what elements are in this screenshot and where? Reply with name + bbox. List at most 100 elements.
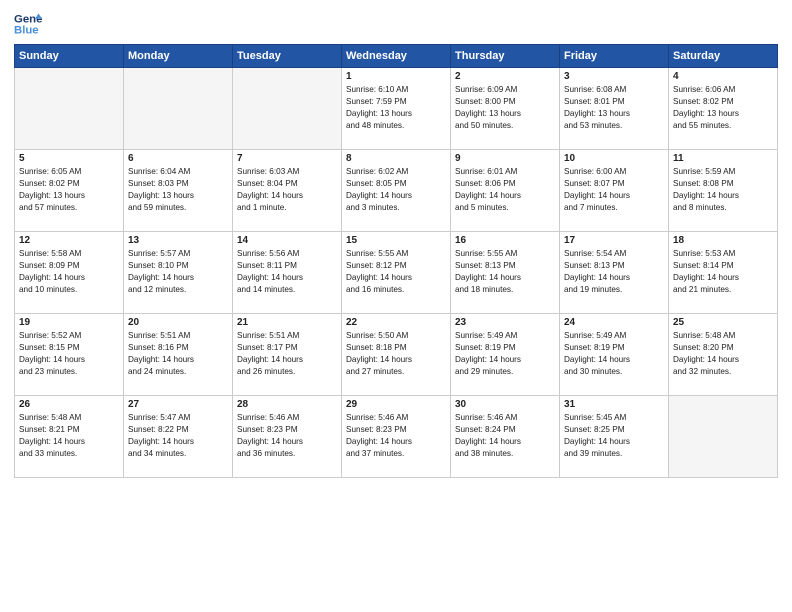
day-number: 14 [237, 235, 337, 246]
calendar-cell: 3 Sunrise: 6:08 AMSunset: 8:01 PMDaylight… [560, 68, 669, 150]
day-info: Sunrise: 6:09 AMSunset: 8:00 PMDaylight:… [455, 84, 555, 132]
header: General Blue [14, 10, 778, 38]
col-header-monday: Monday [124, 45, 233, 68]
col-header-tuesday: Tuesday [233, 45, 342, 68]
day-info: Sunrise: 5:49 AMSunset: 8:19 PMDaylight:… [564, 330, 664, 378]
day-number: 5 [19, 153, 119, 164]
calendar-cell: 16 Sunrise: 5:55 AMSunset: 8:13 PMDayligh… [451, 232, 560, 314]
day-number: 3 [564, 71, 664, 82]
week-row-4: 26Sunrise: 5:48 AMSunset: 8:21 PMDayligh… [15, 396, 778, 478]
calendar-cell: 7 Sunrise: 6:03 AMSunset: 8:04 PMDaylight… [233, 150, 342, 232]
week-row-1: 5 Sunrise: 6:05 AMSunset: 8:02 PMDaylight… [15, 150, 778, 232]
day-info: Sunrise: 5:50 AMSunset: 8:18 PMDaylight:… [346, 330, 446, 378]
day-number: 21 [237, 317, 337, 328]
calendar-cell: 25Sunrise: 5:48 AMSunset: 8:20 PMDayligh… [669, 314, 778, 396]
day-number: 7 [237, 153, 337, 164]
day-number: 9 [455, 153, 555, 164]
calendar-cell: 31 Sunrise: 5:45 AMSunset: 8:25 PMDayligh… [560, 396, 669, 478]
day-info: Sunrise: 5:53 AMSunset: 8:14 PMDaylight:… [673, 248, 773, 296]
calendar-cell: 9 Sunrise: 6:01 AMSunset: 8:06 PMDaylight… [451, 150, 560, 232]
calendar-cell: 17 Sunrise: 5:54 AMSunset: 8:13 PMDayligh… [560, 232, 669, 314]
week-row-0: 1 Sunrise: 6:10 AMSunset: 7:59 PMDaylight… [15, 68, 778, 150]
day-info: Sunrise: 5:51 AMSunset: 8:17 PMDaylight:… [237, 330, 337, 378]
day-number: 24 [564, 317, 664, 328]
day-info: Sunrise: 6:05 AMSunset: 8:02 PMDaylight:… [19, 166, 119, 214]
calendar-cell: 30 Sunrise: 5:46 AMSunset: 8:24 PMDayligh… [451, 396, 560, 478]
calendar-cell: 15Sunrise: 5:55 AMSunset: 8:12 PMDayligh… [342, 232, 451, 314]
col-header-sunday: Sunday [15, 45, 124, 68]
calendar-cell: 23 Sunrise: 5:49 AMSunset: 8:19 PMDayligh… [451, 314, 560, 396]
day-number: 13 [128, 235, 228, 246]
calendar-cell: 19Sunrise: 5:52 AMSunset: 8:15 PMDayligh… [15, 314, 124, 396]
week-row-2: 12Sunrise: 5:58 AMSunset: 8:09 PMDayligh… [15, 232, 778, 314]
day-info: Sunrise: 5:51 AMSunset: 8:16 PMDaylight:… [128, 330, 228, 378]
calendar-cell: 10 Sunrise: 6:00 AMSunset: 8:07 PMDayligh… [560, 150, 669, 232]
calendar-cell [15, 68, 124, 150]
day-info: Sunrise: 6:08 AMSunset: 8:01 PMDaylight:… [564, 84, 664, 132]
col-header-friday: Friday [560, 45, 669, 68]
calendar-cell: 6 Sunrise: 6:04 AMSunset: 8:03 PMDaylight… [124, 150, 233, 232]
day-number: 30 [455, 399, 555, 410]
calendar-cell: 8 Sunrise: 6:02 AMSunset: 8:05 PMDaylight… [342, 150, 451, 232]
day-number: 20 [128, 317, 228, 328]
calendar-cell: 26Sunrise: 5:48 AMSunset: 8:21 PMDayligh… [15, 396, 124, 478]
day-info: Sunrise: 6:10 AMSunset: 7:59 PMDaylight:… [346, 84, 446, 132]
calendar-cell: 18 Sunrise: 5:53 AMSunset: 8:14 PMDayligh… [669, 232, 778, 314]
day-number: 17 [564, 235, 664, 246]
col-header-saturday: Saturday [669, 45, 778, 68]
day-number: 28 [237, 399, 337, 410]
day-number: 8 [346, 153, 446, 164]
calendar-cell: 13 Sunrise: 5:57 AMSunset: 8:10 PMDayligh… [124, 232, 233, 314]
calendar-cell: 20 Sunrise: 5:51 AMSunset: 8:16 PMDayligh… [124, 314, 233, 396]
day-info: Sunrise: 5:57 AMSunset: 8:10 PMDaylight:… [128, 248, 228, 296]
day-number: 2 [455, 71, 555, 82]
calendar-cell: 14 Sunrise: 5:56 AMSunset: 8:11 PMDayligh… [233, 232, 342, 314]
calendar-cell: 27 Sunrise: 5:47 AMSunset: 8:22 PMDayligh… [124, 396, 233, 478]
day-number: 27 [128, 399, 228, 410]
day-info: Sunrise: 5:46 AMSunset: 8:24 PMDaylight:… [455, 412, 555, 460]
day-info: Sunrise: 5:47 AMSunset: 8:22 PMDaylight:… [128, 412, 228, 460]
day-info: Sunrise: 6:06 AMSunset: 8:02 PMDaylight:… [673, 84, 773, 132]
day-info: Sunrise: 5:59 AMSunset: 8:08 PMDaylight:… [673, 166, 773, 214]
day-number: 31 [564, 399, 664, 410]
col-header-thursday: Thursday [451, 45, 560, 68]
header-row: SundayMondayTuesdayWednesdayThursdayFrid… [15, 45, 778, 68]
day-number: 29 [346, 399, 446, 410]
day-info: Sunrise: 6:04 AMSunset: 8:03 PMDaylight:… [128, 166, 228, 214]
day-number: 15 [346, 235, 446, 246]
day-info: Sunrise: 6:02 AMSunset: 8:05 PMDaylight:… [346, 166, 446, 214]
day-info: Sunrise: 6:03 AMSunset: 8:04 PMDaylight:… [237, 166, 337, 214]
day-info: Sunrise: 5:49 AMSunset: 8:19 PMDaylight:… [455, 330, 555, 378]
calendar-cell [669, 396, 778, 478]
calendar-cell: 29Sunrise: 5:46 AMSunset: 8:23 PMDayligh… [342, 396, 451, 478]
calendar-cell: 21 Sunrise: 5:51 AMSunset: 8:17 PMDayligh… [233, 314, 342, 396]
calendar-cell: 28Sunrise: 5:46 AMSunset: 8:23 PMDayligh… [233, 396, 342, 478]
day-number: 6 [128, 153, 228, 164]
day-info: Sunrise: 6:00 AMSunset: 8:07 PMDaylight:… [564, 166, 664, 214]
calendar-cell [124, 68, 233, 150]
calendar-cell: 12Sunrise: 5:58 AMSunset: 8:09 PMDayligh… [15, 232, 124, 314]
day-number: 26 [19, 399, 119, 410]
day-number: 18 [673, 235, 773, 246]
day-info: Sunrise: 5:45 AMSunset: 8:25 PMDaylight:… [564, 412, 664, 460]
day-info: Sunrise: 5:54 AMSunset: 8:13 PMDaylight:… [564, 248, 664, 296]
day-number: 25 [673, 317, 773, 328]
col-header-wednesday: Wednesday [342, 45, 451, 68]
svg-text:Blue: Blue [14, 25, 39, 37]
calendar-cell: 22 Sunrise: 5:50 AMSunset: 8:18 PMDayligh… [342, 314, 451, 396]
day-info: Sunrise: 5:55 AMSunset: 8:13 PMDaylight:… [455, 248, 555, 296]
day-info: Sunrise: 6:01 AMSunset: 8:06 PMDaylight:… [455, 166, 555, 214]
day-info: Sunrise: 5:56 AMSunset: 8:11 PMDaylight:… [237, 248, 337, 296]
day-number: 16 [455, 235, 555, 246]
calendar-cell: 4Sunrise: 6:06 AMSunset: 8:02 PMDaylight… [669, 68, 778, 150]
day-number: 12 [19, 235, 119, 246]
day-number: 1 [346, 71, 446, 82]
day-number: 23 [455, 317, 555, 328]
day-number: 10 [564, 153, 664, 164]
calendar-table: SundayMondayTuesdayWednesdayThursdayFrid… [14, 44, 778, 478]
day-number: 22 [346, 317, 446, 328]
calendar-cell: 24 Sunrise: 5:49 AMSunset: 8:19 PMDayligh… [560, 314, 669, 396]
calendar-cell: 2 Sunrise: 6:09 AMSunset: 8:00 PMDaylight… [451, 68, 560, 150]
logo-icon: General Blue [14, 10, 42, 38]
calendar-cell: 5 Sunrise: 6:05 AMSunset: 8:02 PMDaylight… [15, 150, 124, 232]
